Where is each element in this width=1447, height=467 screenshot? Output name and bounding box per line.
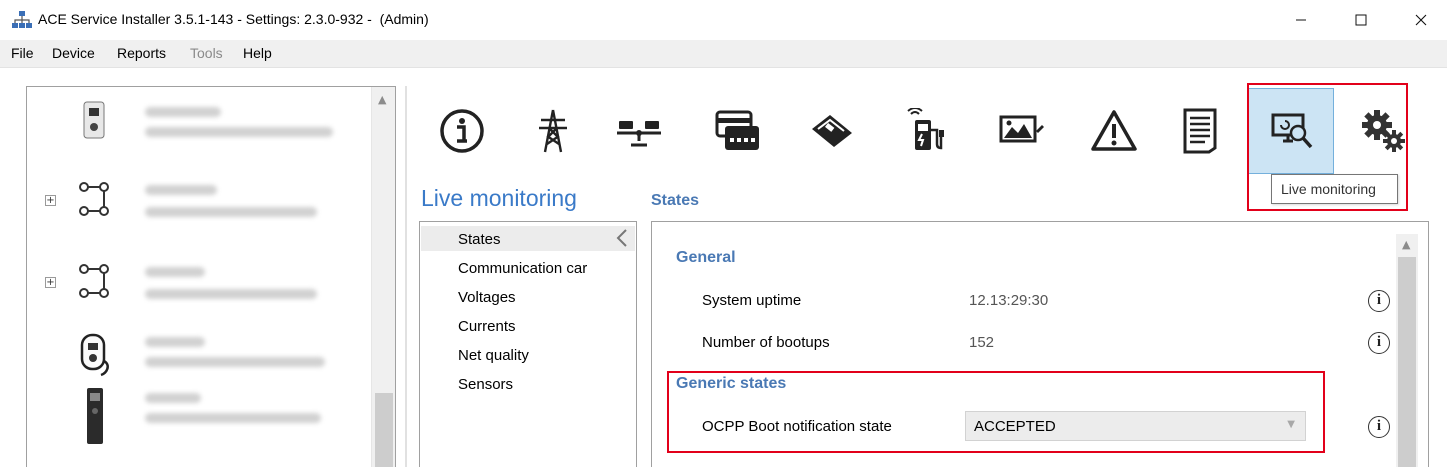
device-name-blurred [145, 107, 221, 117]
device-name-blurred [145, 337, 205, 347]
device-serial-blurred [145, 413, 321, 423]
wireless-charger-icon [907, 108, 944, 150]
wallbox-icon [83, 101, 105, 139]
network-name-blurred [145, 185, 217, 195]
info-icon[interactable]: i [1368, 416, 1390, 438]
live-monitoring-icon [1271, 113, 1313, 149]
network-node-icon [79, 182, 109, 216]
network-name-blurred [145, 267, 205, 277]
card-reader-icon [715, 110, 759, 150]
load-balance-tool-button[interactable] [596, 90, 682, 172]
charger-cable-icon [80, 333, 109, 377]
chevron-down-icon: ▼ [1287, 419, 1295, 430]
device-serial-blurred [145, 127, 333, 137]
device-serial-blurred [145, 357, 325, 367]
close-button[interactable] [1392, 0, 1447, 40]
info-icon[interactable]: i [1368, 332, 1390, 354]
display-image-icon [999, 115, 1044, 143]
maximize-icon [1355, 14, 1367, 26]
menu-bar: File Device Reports Tools Help [0, 40, 1447, 68]
nav-item-communication-car[interactable]: Communication car [458, 260, 587, 277]
group-title-generic-states: Generic states [676, 375, 787, 392]
balance-scale-icon [617, 121, 661, 147]
menu-file[interactable]: File [11, 45, 34, 61]
menu-reports[interactable]: Reports [117, 45, 166, 61]
authorization-tool-button[interactable] [695, 90, 781, 172]
panel-splitter[interactable] [405, 86, 407, 467]
nav-item-voltages[interactable]: Voltages [458, 289, 516, 306]
payment-terminal-icon [812, 115, 852, 147]
info-tool-button[interactable] [419, 90, 505, 172]
scrollbar-thumb[interactable] [1398, 257, 1416, 467]
bootups-label: Number of bootups [702, 334, 830, 351]
expand-toggle[interactable]: + [45, 195, 56, 206]
bootups-value: 152 [969, 334, 995, 351]
ocpp-boot-state-select[interactable]: ACCEPTED ▼ [965, 411, 1306, 441]
window-title: ACE Service Installer 3.5.1-143 - Settin… [38, 11, 429, 27]
tree-item-device[interactable] [27, 383, 371, 453]
minimize-button[interactable] [1272, 0, 1330, 40]
gears-icon [1362, 110, 1405, 152]
settings-tool-button[interactable] [1340, 90, 1426, 172]
grid-tool-button[interactable] [510, 90, 596, 172]
scroll-up-icon[interactable]: ▲ [378, 93, 386, 106]
nav-item-net-quality[interactable]: Net quality [458, 347, 529, 364]
warning-icon [1091, 110, 1137, 151]
tree-scrollbar[interactable]: ▲ [371, 87, 395, 467]
network-node-icon [79, 264, 109, 298]
log-tool-button[interactable] [1157, 90, 1243, 172]
page-title: Live monitoring [421, 185, 577, 211]
expand-toggle[interactable]: + [45, 277, 56, 288]
title-bar: ACE Service Installer 3.5.1-143 - Settin… [0, 0, 1447, 40]
payment-tool-button[interactable] [789, 90, 875, 172]
ev-charging-tool-button[interactable] [882, 90, 968, 172]
power-pylon-icon [539, 109, 567, 153]
content-scrollbar[interactable]: ▲ [1396, 234, 1418, 467]
info-icon [440, 109, 484, 153]
tooltip: Live monitoring [1271, 174, 1398, 204]
tree-item-device[interactable] [27, 91, 371, 161]
close-icon [1415, 14, 1427, 26]
subsection-title: States [651, 192, 700, 209]
ocpp-boot-state-value: ACCEPTED [974, 418, 1056, 435]
scrollbar-thumb[interactable] [375, 393, 393, 467]
nav-item-states[interactable]: States [458, 231, 501, 248]
selected-item-highlight [421, 226, 635, 251]
display-tool-button[interactable] [979, 90, 1065, 172]
network-app-icon [12, 11, 32, 28]
ocpp-boot-state-label: OCPP Boot notification state [702, 418, 892, 435]
menu-device[interactable]: Device [52, 45, 95, 61]
network-type-blurred [145, 207, 317, 217]
scroll-up-icon[interactable]: ▲ [1402, 238, 1410, 251]
tree-item-network[interactable]: + [27, 253, 371, 323]
system-uptime-value: 12.13:29:30 [969, 292, 1049, 309]
nav-item-sensors[interactable]: Sensors [458, 376, 513, 393]
group-title-general: General [676, 249, 736, 266]
menu-tools[interactable]: Tools [190, 45, 223, 61]
maximize-button[interactable] [1332, 0, 1390, 40]
chevron-left-icon[interactable] [610, 224, 634, 252]
errors-tool-button[interactable] [1071, 90, 1157, 172]
minimize-icon [1296, 19, 1306, 21]
device-name-blurred [145, 393, 201, 403]
device-tree[interactable]: + + ▲ [26, 86, 396, 467]
live-monitoring-tool-button[interactable] [1248, 88, 1334, 174]
info-icon[interactable]: i [1368, 290, 1390, 312]
system-uptime-label: System uptime [702, 292, 802, 309]
charging-column-icon [87, 388, 103, 444]
monitoring-nav-list[interactable]: States Communication car Voltages Curren… [419, 221, 637, 467]
network-type-blurred [145, 289, 317, 299]
nav-item-currents[interactable]: Currents [458, 318, 516, 335]
document-icon [1183, 108, 1217, 154]
menu-help[interactable]: Help [243, 45, 272, 61]
tree-item-network[interactable]: + [27, 171, 371, 241]
states-panel: General System uptime 12.13:29:30 i Numb… [651, 221, 1429, 467]
